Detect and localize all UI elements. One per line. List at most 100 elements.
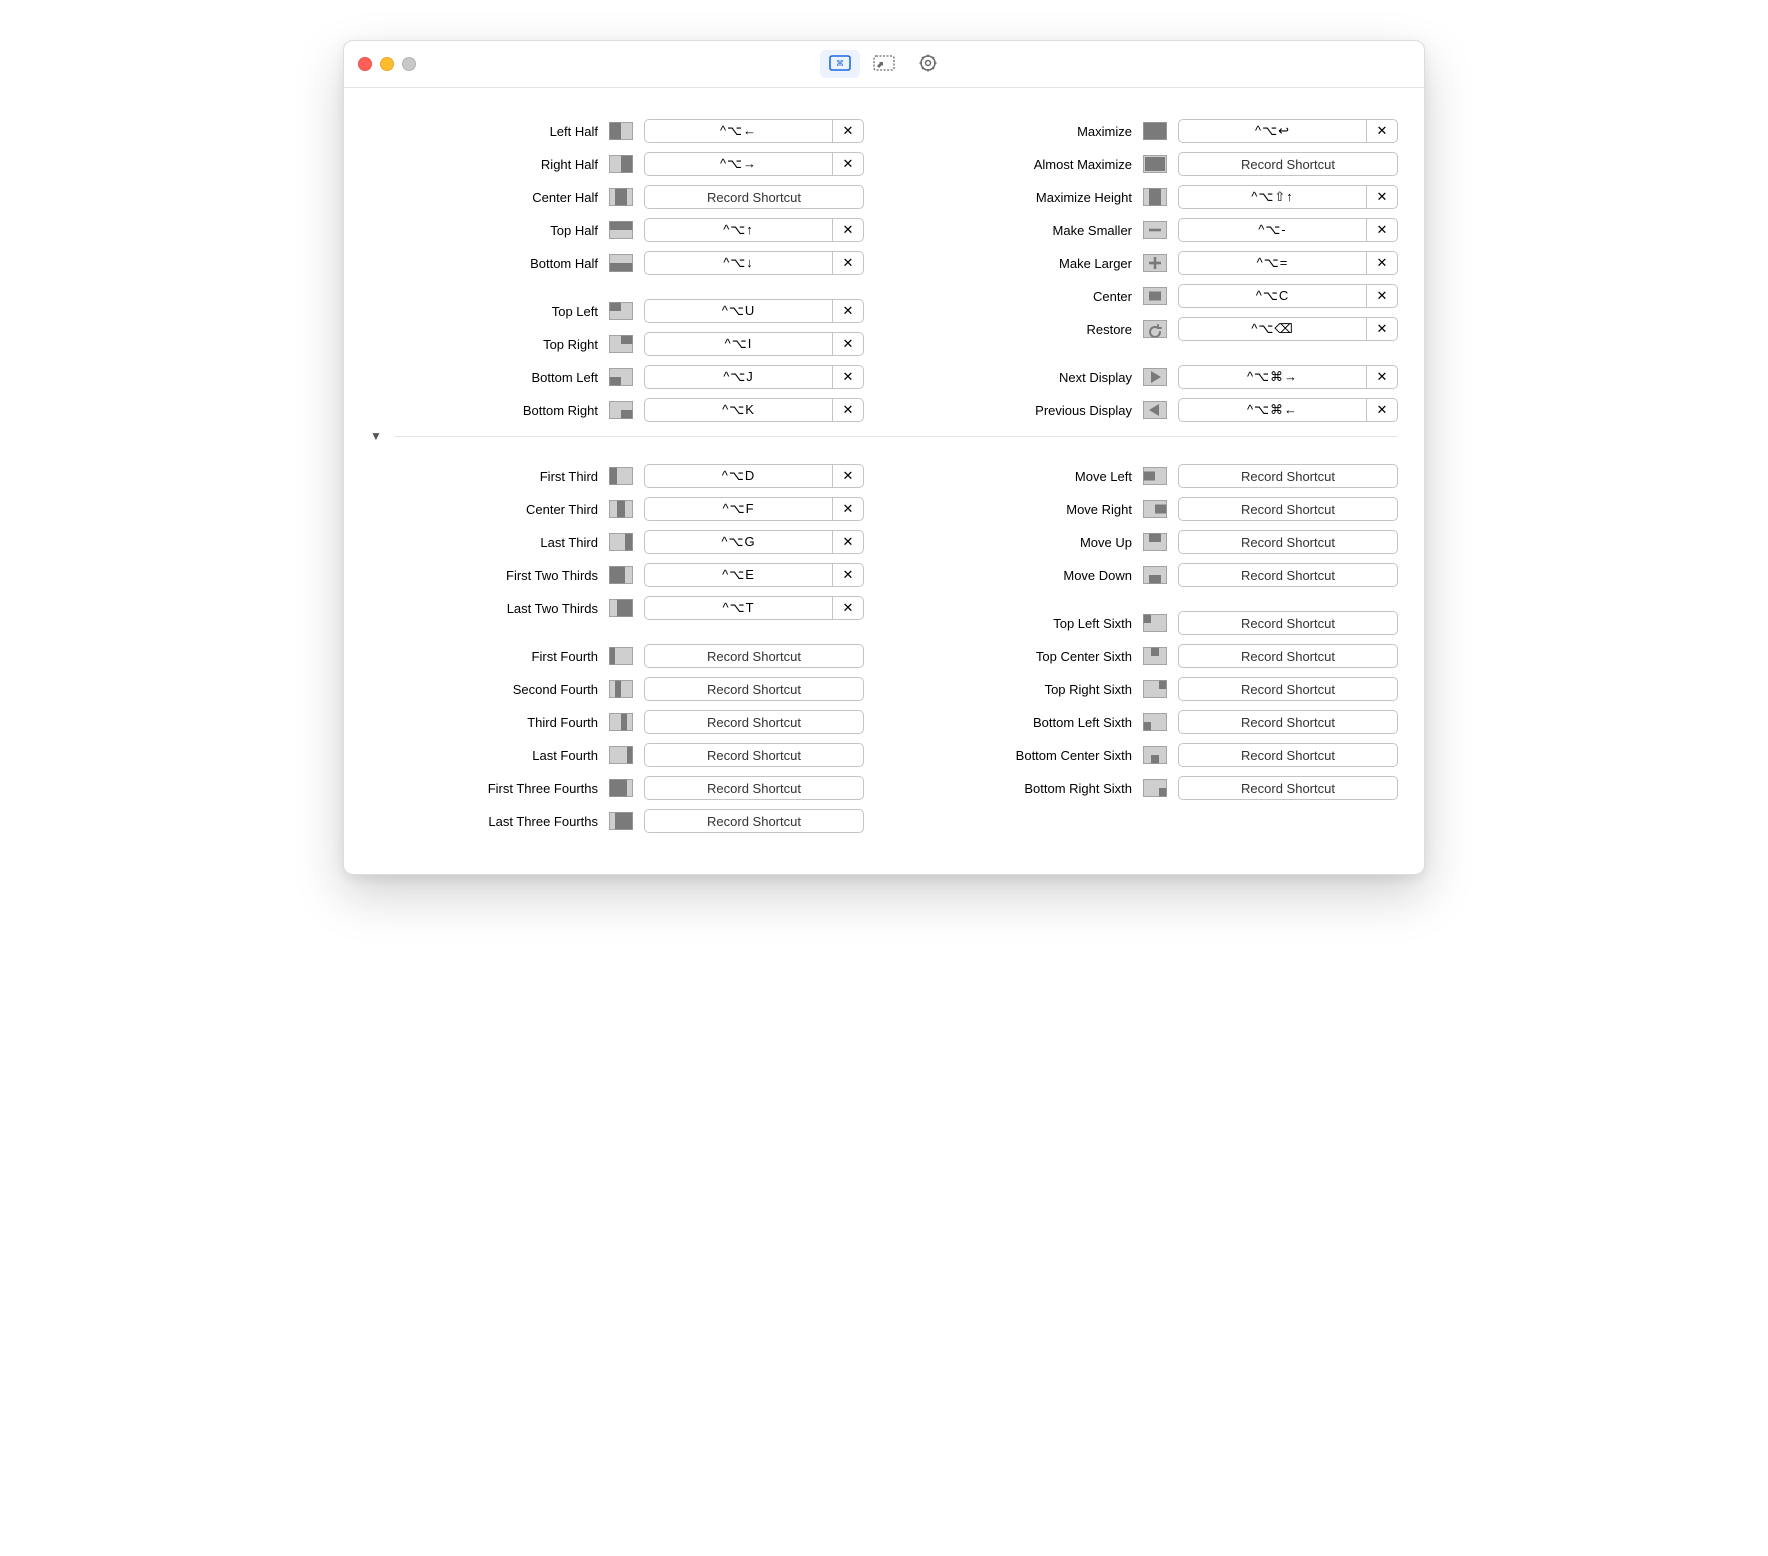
clear-shortcut-button[interactable]: ✕	[832, 398, 864, 422]
shortcut-recorder: ^⌥→✕	[644, 152, 864, 176]
content: Left Half^⌥←✕Right Half^⌥→✕Center HalfRe…	[344, 88, 1424, 874]
toolbar-settings-tab[interactable]	[908, 50, 948, 78]
record-shortcut-button[interactable]: Record Shortcut	[644, 644, 864, 668]
clear-shortcut-button[interactable]: ✕	[1366, 119, 1398, 143]
shortcut-field[interactable]: ^⌥↩	[1178, 119, 1366, 143]
shortcut-row-last-three-fourths: Last Three FourthsRecord Shortcut	[370, 808, 864, 834]
shortcut-recorder: Record Shortcut	[644, 185, 864, 209]
shortcut-field[interactable]: ^⌥⌘→	[1178, 365, 1366, 389]
third-fourth-icon	[608, 712, 634, 732]
clear-shortcut-button[interactable]: ✕	[1366, 398, 1398, 422]
shortcut-recorder: Record Shortcut	[1178, 464, 1398, 488]
record-shortcut-button[interactable]: Record Shortcut	[644, 677, 864, 701]
shortcut-field[interactable]: ^⌥⌘←	[1178, 398, 1366, 422]
clear-shortcut-button[interactable]: ✕	[1366, 185, 1398, 209]
record-shortcut-button[interactable]: Record Shortcut	[644, 710, 864, 734]
clear-shortcut-button[interactable]: ✕	[1366, 317, 1398, 341]
minimize-window-button[interactable]	[380, 57, 394, 71]
top-left-icon	[608, 301, 634, 321]
record-shortcut-button[interactable]: Record Shortcut	[644, 743, 864, 767]
record-shortcut-button[interactable]: Record Shortcut	[644, 776, 864, 800]
shortcut-field[interactable]: ^⌥J	[644, 365, 832, 389]
clear-shortcut-button[interactable]: ✕	[832, 218, 864, 242]
right-half-icon	[608, 154, 634, 174]
shortcut-field[interactable]: ^⌥→	[644, 152, 832, 176]
disclosure-triangle[interactable]: ▼	[370, 429, 384, 443]
shortcut-row-bottom-left-sixth: Bottom Left SixthRecord Shortcut	[904, 709, 1398, 735]
clear-shortcut-button[interactable]: ✕	[832, 563, 864, 587]
shortcut-recorder: Record Shortcut	[644, 776, 864, 800]
shortcut-row-previous-display: Previous Display^⌥⌘←✕	[904, 397, 1398, 423]
shortcut-group: Next Display^⌥⌘→✕Previous Display^⌥⌘←✕	[904, 364, 1398, 423]
clear-shortcut-button[interactable]: ✕	[832, 365, 864, 389]
shortcut-field[interactable]: ^⌥⌫	[1178, 317, 1366, 341]
toolbar-shortcuts-tab[interactable]: ⌘	[820, 50, 860, 78]
record-shortcut-button[interactable]: Record Shortcut	[1178, 497, 1398, 521]
record-shortcut-button[interactable]: Record Shortcut	[1178, 776, 1398, 800]
shortcut-field[interactable]: ^⌥E	[644, 563, 832, 587]
clear-shortcut-button[interactable]: ✕	[832, 530, 864, 554]
shortcut-recorder: Record Shortcut	[644, 743, 864, 767]
record-shortcut-button[interactable]: Record Shortcut	[644, 185, 864, 209]
shortcut-row-make-larger: Make Larger^⌥=✕	[904, 250, 1398, 276]
previous-display-icon	[1142, 400, 1168, 420]
shortcut-field[interactable]: ^⌥F	[644, 497, 832, 521]
toolbar-snap-tab[interactable]	[864, 50, 904, 78]
shortcut-field[interactable]: ^⌥U	[644, 299, 832, 323]
clear-shortcut-button[interactable]: ✕	[1366, 284, 1398, 308]
shortcut-field[interactable]: ^⌥←	[644, 119, 832, 143]
clear-shortcut-button[interactable]: ✕	[832, 119, 864, 143]
clear-shortcut-button[interactable]: ✕	[832, 332, 864, 356]
shortcut-field[interactable]: ^⌥-	[1178, 218, 1366, 242]
record-shortcut-button[interactable]: Record Shortcut	[1178, 644, 1398, 668]
shortcut-field[interactable]: ^⌥T	[644, 596, 832, 620]
shortcut-recorder: ^⌥⌘←✕	[1178, 398, 1398, 422]
move-right-icon	[1142, 499, 1168, 519]
record-shortcut-button[interactable]: Record Shortcut	[1178, 677, 1398, 701]
shortcut-label: Left Half	[550, 124, 598, 139]
clear-shortcut-button[interactable]: ✕	[832, 299, 864, 323]
move-left-icon	[1142, 466, 1168, 486]
record-shortcut-button[interactable]: Record Shortcut	[1178, 530, 1398, 554]
shortcut-field[interactable]: ^⌥⇧↑	[1178, 185, 1366, 209]
clear-shortcut-button[interactable]: ✕	[832, 464, 864, 488]
close-window-button[interactable]	[358, 57, 372, 71]
shortcut-field[interactable]: ^⌥C	[1178, 284, 1366, 308]
shortcut-field[interactable]: ^⌥D	[644, 464, 832, 488]
clear-shortcut-button[interactable]: ✕	[1366, 251, 1398, 275]
clear-shortcut-button[interactable]: ✕	[832, 596, 864, 620]
clear-shortcut-button[interactable]: ✕	[832, 497, 864, 521]
shortcut-field[interactable]: ^⌥I	[644, 332, 832, 356]
first-two-thirds-icon	[608, 565, 634, 585]
shortcut-field[interactable]: ^⌥=	[1178, 251, 1366, 275]
clear-shortcut-button[interactable]: ✕	[832, 152, 864, 176]
shortcut-label: Maximize	[1077, 124, 1132, 139]
zoom-window-button[interactable]	[402, 57, 416, 71]
record-shortcut-button[interactable]: Record Shortcut	[1178, 563, 1398, 587]
record-shortcut-button[interactable]: Record Shortcut	[1178, 464, 1398, 488]
record-shortcut-button[interactable]: Record Shortcut	[1178, 152, 1398, 176]
shortcut-row-last-third: Last Third^⌥G✕	[370, 529, 864, 555]
bl6-icon	[1142, 712, 1168, 732]
first-three-fourths-icon	[608, 778, 634, 798]
shortcut-recorder: ^⌥⌘→✕	[1178, 365, 1398, 389]
shortcut-label: Top Right	[543, 337, 598, 352]
clear-shortcut-button[interactable]: ✕	[1366, 365, 1398, 389]
shortcut-field[interactable]: ^⌥↑	[644, 218, 832, 242]
shortcut-recorder: ^⌥I✕	[644, 332, 864, 356]
clear-shortcut-button[interactable]: ✕	[832, 251, 864, 275]
shortcut-field[interactable]: ^⌥G	[644, 530, 832, 554]
shortcut-label: Maximize Height	[1036, 190, 1132, 205]
plus-icon	[1142, 253, 1168, 273]
record-shortcut-button[interactable]: Record Shortcut	[1178, 743, 1398, 767]
shortcut-label: Move Right	[1066, 502, 1132, 517]
record-shortcut-button[interactable]: Record Shortcut	[1178, 611, 1398, 635]
shortcut-recorder: Record Shortcut	[1178, 497, 1398, 521]
clear-shortcut-button[interactable]: ✕	[1366, 218, 1398, 242]
top-right-icon	[608, 334, 634, 354]
shortcut-field[interactable]: ^⌥K	[644, 398, 832, 422]
shortcut-label: Second Fourth	[513, 682, 598, 697]
shortcut-field[interactable]: ^⌥↓	[644, 251, 832, 275]
record-shortcut-button[interactable]: Record Shortcut	[1178, 710, 1398, 734]
record-shortcut-button[interactable]: Record Shortcut	[644, 809, 864, 833]
